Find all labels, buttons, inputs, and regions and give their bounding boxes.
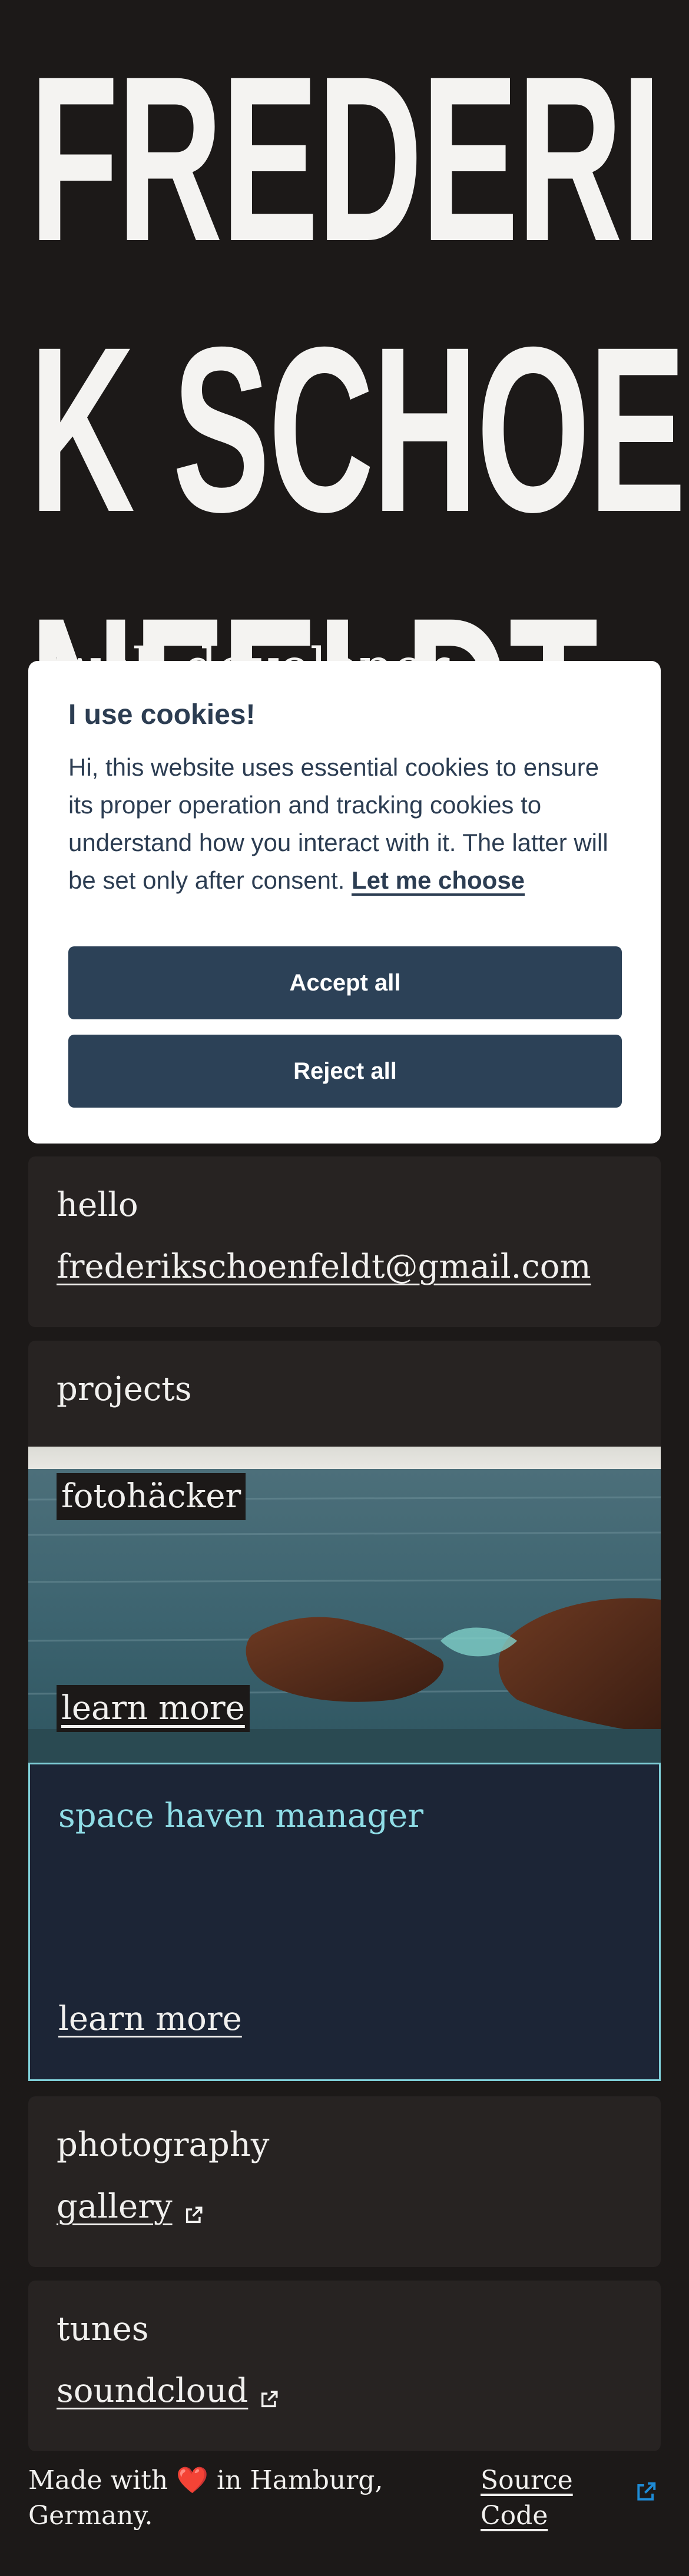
hello-title: hello	[57, 1186, 138, 1224]
let-me-choose-link[interactable]: Let me choose	[352, 866, 525, 894]
learn-more-link[interactable]: learn more	[57, 1685, 250, 1732]
external-link-icon[interactable]	[635, 2481, 657, 2503]
external-link-icon	[186, 2206, 203, 2223]
photography-card: photography gallery	[28, 2096, 661, 2267]
cookie-consent-dialog: I use cookies! Hi, this website uses ess…	[28, 661, 661, 1144]
tunes-title: tunes	[57, 2310, 149, 2348]
heart-icon: ❤️	[176, 2465, 209, 2495]
accept-all-button[interactable]: Accept all	[68, 946, 622, 1019]
projects-title: projects	[57, 1370, 192, 1408]
cookie-description: Hi, this website uses essential cookies …	[68, 749, 621, 899]
footer-credit: Made with ❤️ in Hamburg, Germany.	[28, 2463, 411, 2534]
project-name: fotohäcker	[57, 1473, 246, 1520]
project-name: space haven manager	[58, 1797, 424, 1835]
made-with-text: Made with	[28, 2465, 168, 2495]
project-card-fotohacker[interactable]: fotohäcker learn more	[28, 1447, 661, 1763]
external-link-icon	[261, 2390, 278, 2407]
project-card-space-haven-manager[interactable]: space haven manager learn more	[28, 1763, 661, 2081]
cookie-title: I use cookies!	[68, 699, 256, 730]
hello-card: hello frederikschoenfeldt@gmail.com	[28, 1156, 661, 1327]
hero-title-line: FREDERI	[29, 27, 662, 290]
learn-more-link[interactable]: learn more	[58, 2000, 242, 2038]
soundcloud-link-wrap[interactable]: soundcloud	[57, 2372, 279, 2410]
tunes-card: tunes soundcloud	[28, 2281, 661, 2451]
soundcloud-link[interactable]: soundcloud	[57, 2372, 248, 2410]
cookie-text: Hi, this website uses essential cookies …	[68, 753, 608, 894]
photography-title: photography	[57, 2126, 270, 2164]
reject-all-button[interactable]: Reject all	[68, 1035, 622, 1108]
email-link[interactable]: frederikschoenfeldt@gmail.com	[57, 1248, 591, 1286]
projects-header: projects	[28, 1341, 661, 1448]
gallery-link[interactable]: gallery	[57, 2188, 173, 2226]
source-code-link[interactable]: Source Code	[481, 2463, 581, 2534]
gallery-link-wrap[interactable]: gallery	[57, 2188, 204, 2226]
hero-title-line: K SCHOE	[29, 298, 686, 561]
